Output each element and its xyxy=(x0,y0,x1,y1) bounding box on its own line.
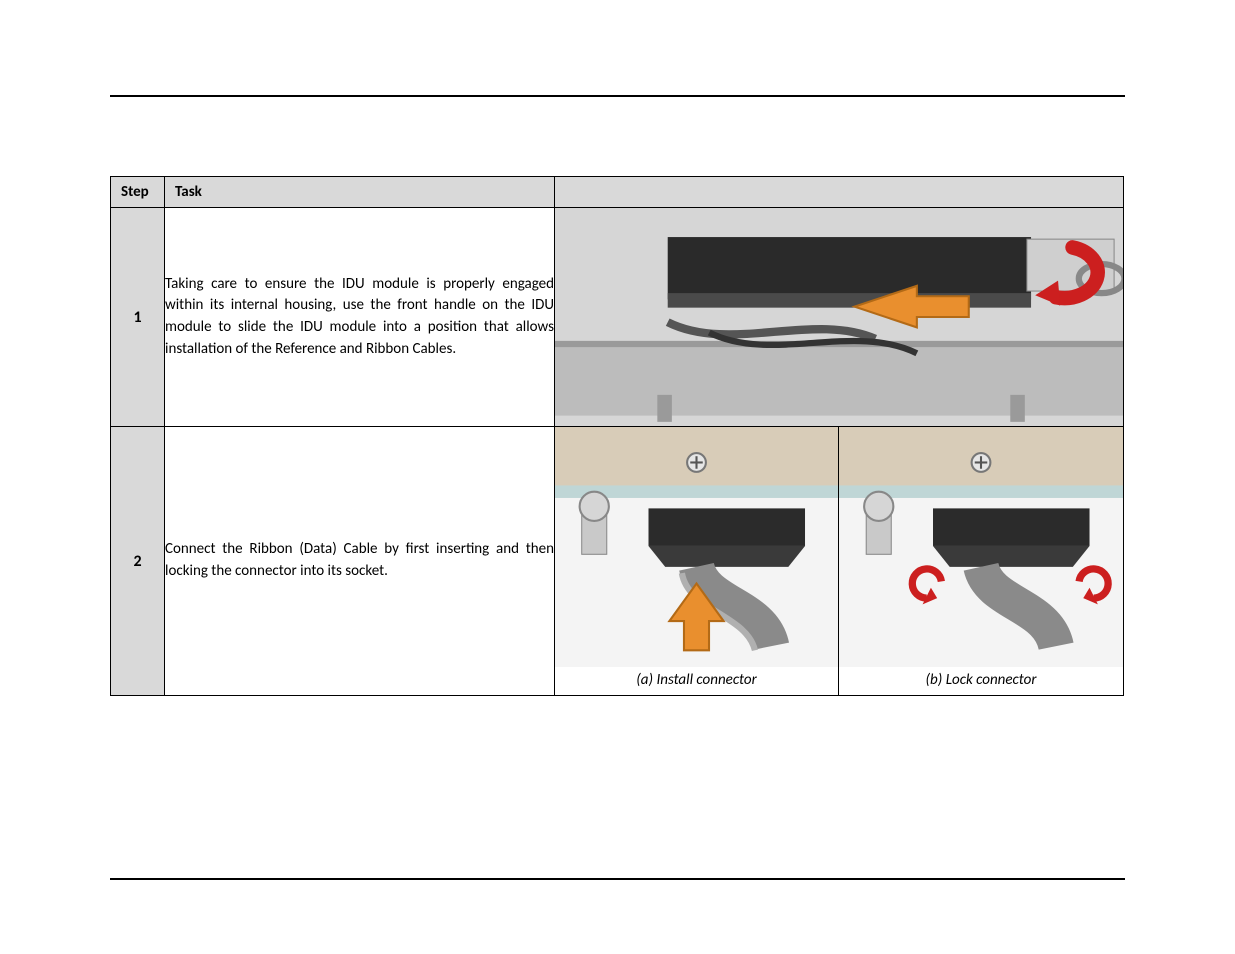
footer-rule xyxy=(110,878,1125,880)
step1-photo xyxy=(555,208,1123,426)
table-row: 2 Connect the Ribbon (Data) Cable by fir… xyxy=(111,427,1124,696)
lock-arrow-right-icon xyxy=(1079,569,1108,604)
task-text-cell: Connect the Ribbon (Data) Cable by first… xyxy=(165,427,555,696)
col-header-task: Task xyxy=(165,177,555,208)
table-row: 1 Taking care to ensure the IDU module i… xyxy=(111,208,1124,427)
task-text-cell: Taking care to ensure the IDU module is … xyxy=(165,208,555,427)
table-header-row: Step Task xyxy=(111,177,1124,208)
step2-image-a-cell: (a) Install connector xyxy=(555,427,839,696)
lock-arrow-left-icon xyxy=(912,569,941,604)
step-number-cell: 1 xyxy=(111,208,165,427)
col-header-image xyxy=(555,177,1124,208)
content-area: Step Task 1 Taking care to ensure the ID… xyxy=(110,176,1123,696)
step-number-cell: 2 xyxy=(111,427,165,696)
step2-photo-a xyxy=(555,427,838,667)
step2-caption-a: (a) Install connector xyxy=(555,667,838,695)
step1-image-cell xyxy=(555,208,1124,427)
steps-table: Step Task 1 Taking care to ensure the ID… xyxy=(110,176,1124,696)
header-rule xyxy=(110,95,1125,97)
step2-caption-b: (b) Lock connector xyxy=(839,667,1123,695)
col-header-step: Step xyxy=(111,177,165,208)
step2-photo-b xyxy=(839,427,1123,667)
step2-image-b-cell: (b) Lock connector xyxy=(839,427,1124,696)
